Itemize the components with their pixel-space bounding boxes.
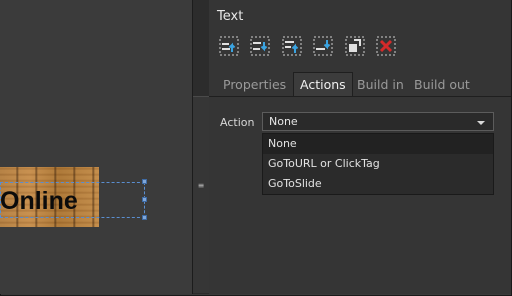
delete-button[interactable] [376,36,396,56]
selection-box[interactable] [0,182,145,218]
panel-splitter[interactable]: ≡ [192,0,210,294]
resize-handle-bottom-right[interactable] [142,215,147,220]
panel-title: Text [217,9,244,24]
action-dropdown-list: None GoToURL or ClickTag GoToSlide [262,133,494,195]
send-to-back-button[interactable] [250,36,270,56]
duplicate-button[interactable] [345,36,365,56]
resize-handle-top-right[interactable] [142,179,147,184]
duplicate-icon [345,36,365,56]
action-select[interactable]: None [262,112,494,131]
splitter-grip[interactable] [193,96,209,293]
action-select-value: None [269,115,298,128]
bring-forward-icon [282,36,302,56]
tab-properties[interactable]: Properties [223,74,286,96]
option-none[interactable]: None [263,134,493,154]
canvas-stage[interactable]: Online [0,0,192,294]
tab-build-in[interactable]: Build in [357,74,404,96]
send-backward-icon [313,36,333,56]
option-gotourl-or-clicktag[interactable]: GoToURL or ClickTag [263,154,493,174]
tab-build-out[interactable]: Build out [414,74,470,96]
properties-panel: Text Properties Actions Build in Build o… [209,0,511,294]
option-gotoslide[interactable]: GoToSlide [263,174,493,194]
chevron-down-icon [477,121,485,125]
delete-icon [376,36,396,56]
resize-handle-middle-right[interactable] [142,197,147,202]
bring-to-front-button[interactable] [219,36,239,56]
send-to-back-icon [250,36,270,56]
bring-forward-button[interactable] [282,36,302,56]
panel-tabs: Properties Actions Build in Build out [209,72,511,97]
send-backward-button[interactable] [313,36,333,56]
tab-actions[interactable]: Actions [293,72,353,96]
action-label: Action [220,116,255,129]
bring-to-front-icon [219,36,239,56]
splitter-handle-icon[interactable]: ≡ [197,182,205,190]
